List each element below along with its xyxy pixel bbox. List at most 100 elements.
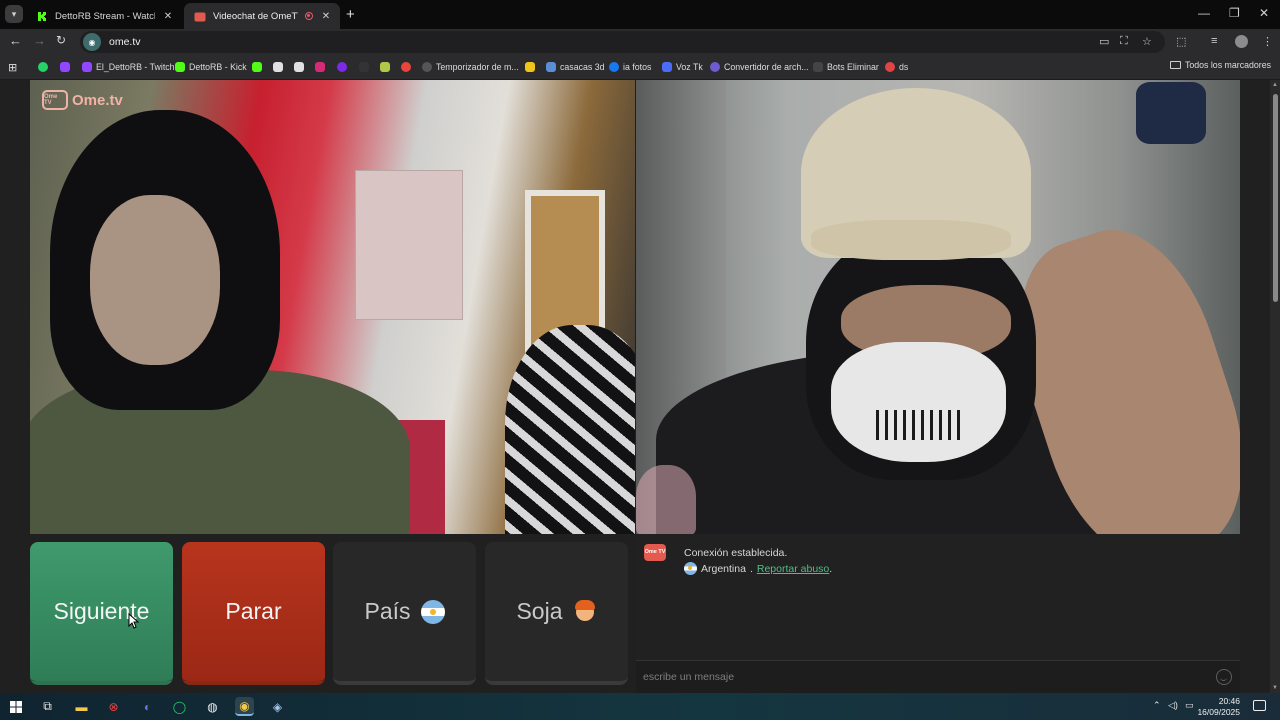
- bookmark-instagram[interactable]: [315, 60, 329, 74]
- bookmark-twitch[interactable]: [60, 60, 74, 74]
- page-scrollbar[interactable]: ▲ ▼: [1270, 80, 1280, 693]
- bookmark-ia-fotos[interactable]: ia fotos: [609, 60, 651, 74]
- video-scene-glass: [636, 465, 696, 534]
- bookmark-dots[interactable]: [401, 60, 415, 74]
- menu-kebab-icon[interactable]: ⋮: [1262, 35, 1273, 48]
- ometv-page: Ome TV Ome.tv Siguiente Parar País Soja …: [0, 80, 1280, 693]
- network-icon[interactable]: ▭: [1185, 700, 1194, 711]
- app-red-circle-icon[interactable]: ⊗: [104, 697, 123, 716]
- instagram-icon: [315, 62, 325, 72]
- profile-avatar[interactable]: [1235, 35, 1248, 48]
- bookmark-kick[interactable]: [252, 60, 266, 74]
- file-explorer-icon[interactable]: ▬: [72, 697, 91, 716]
- chrome-taskbar-icon[interactable]: ◉: [235, 697, 254, 716]
- bookmark-bots-eliminar[interactable]: Bots Eliminar: [813, 60, 879, 74]
- tab-strip: ▾ DettoRB Stream - Watch Live o ✕ Videoc…: [0, 0, 1280, 29]
- translate-icon[interactable]: ⛶: [1120, 35, 1128, 48]
- whatsapp-taskbar-icon[interactable]: ◯: [170, 697, 189, 716]
- bookmark-puzzle[interactable]: [380, 60, 394, 74]
- back-icon[interactable]: ←: [9, 33, 22, 48]
- extensions-icon[interactable]: ⬚: [1176, 35, 1186, 48]
- close-icon[interactable]: ✕: [162, 11, 174, 22]
- folder-yellow-icon: [525, 62, 535, 72]
- emoji-icon[interactable]: [1216, 669, 1232, 685]
- stop-button-label: Parar: [225, 598, 282, 624]
- report-suffix: .: [829, 562, 833, 575]
- all-bookmarks-button[interactable]: Todos los marcadores: [1169, 60, 1271, 70]
- fire-icon: [359, 62, 369, 72]
- voice-icon: [662, 62, 672, 72]
- convert-icon: [710, 62, 720, 72]
- tab-ometv[interactable]: Videochat de OmeTV: una ✕: [184, 3, 340, 29]
- notification-icon[interactable]: [1253, 700, 1266, 711]
- chat-country-line: Argentina . Reportar abuso.: [684, 562, 832, 575]
- obs-icon[interactable]: ◍: [203, 697, 222, 716]
- ometv-logo: Ome TV Ome.tv: [42, 90, 123, 110]
- apps-grid-icon[interactable]: ⊞: [8, 60, 17, 74]
- windows-start-icon[interactable]: [6, 697, 25, 716]
- bookmark-star-icon[interactable]: ☆: [1142, 35, 1152, 48]
- close-icon[interactable]: ✕: [320, 11, 332, 22]
- site-info-icon[interactable]: ◉: [83, 33, 101, 51]
- tab-dettorb-stream[interactable]: DettoRB Stream - Watch Live o ✕: [26, 3, 182, 29]
- steam-icon[interactable]: ◈: [268, 697, 287, 716]
- restore-icon[interactable]: ❐: [1229, 6, 1240, 20]
- bot-icon: [813, 62, 823, 72]
- bookmark-el-dettorb-twitch[interactable]: El_DettoRB - Twitch: [82, 60, 175, 74]
- address-bar[interactable]: ◉ ome.tv: [80, 31, 1165, 53]
- bookmark-folder[interactable]: [525, 60, 539, 74]
- video-scene-cap-brim: [811, 220, 1011, 260]
- canva-icon: [337, 62, 347, 72]
- gender-filter-button[interactable]: Soja: [485, 542, 628, 685]
- windows-taskbar: ⧉ ▬ ⊗ ◐ ◯ ◍ ◉ ◈ ⌃ ◁) ▭ 20:46 16/09/2025: [0, 693, 1280, 720]
- bookmark-convertidor[interactable]: Convertidor de arch...: [710, 60, 809, 74]
- media-control-icon[interactable]: ≡: [1211, 35, 1217, 47]
- bookmark-fire[interactable]: [359, 60, 373, 74]
- video-scene-bag: [1136, 82, 1206, 144]
- bookmark-temporizador[interactable]: Temporizador de m...: [422, 60, 519, 74]
- stop-button[interactable]: Parar: [182, 542, 325, 685]
- dots-icon: [401, 62, 411, 72]
- clock-time: 20:46: [1218, 696, 1240, 706]
- bookmark-ds[interactable]: ds: [885, 60, 908, 74]
- close-window-icon[interactable]: ✕: [1259, 6, 1269, 20]
- chat-panel: Ome TV Conexión establecida. Argentina .…: [636, 534, 1240, 693]
- scroll-up-icon[interactable]: ▲: [1272, 82, 1278, 88]
- scroll-down-icon[interactable]: ▼: [1272, 685, 1278, 691]
- video-scene-shelf: [355, 170, 463, 320]
- chat-status-message: Conexión establecida.: [684, 547, 787, 559]
- country-filter-button[interactable]: País: [333, 542, 476, 685]
- bookmark-whatsapp[interactable]: [38, 60, 52, 74]
- country-button-label: País: [364, 598, 411, 624]
- minimize-icon[interactable]: —: [1198, 6, 1210, 20]
- report-abuse-link[interactable]: Reportar abuso: [757, 563, 829, 575]
- chat-message-input[interactable]: [643, 667, 1203, 687]
- app-purple-icon[interactable]: ◐: [138, 697, 157, 716]
- task-view-icon[interactable]: ⧉: [38, 697, 57, 716]
- reload-icon[interactable]: ↻: [56, 33, 66, 47]
- timer-icon: [422, 62, 432, 72]
- forward-icon[interactable]: →: [33, 33, 46, 48]
- tray-chevron-icon[interactable]: ⌃: [1153, 700, 1161, 711]
- bookmark-tiktok[interactable]: [273, 60, 287, 74]
- bookmark-x[interactable]: [294, 60, 308, 74]
- kick-icon: [175, 62, 185, 72]
- next-button[interactable]: Siguiente: [30, 542, 173, 685]
- bookmark-casacas-3d[interactable]: casacas 3d: [546, 60, 605, 74]
- scrollbar-thumb[interactable]: [1273, 94, 1278, 302]
- taskbar-clock[interactable]: 20:46 16/09/2025: [1197, 696, 1240, 718]
- folder-icon: [1169, 61, 1181, 69]
- bookmark-canva[interactable]: [337, 60, 351, 74]
- tab-search-button[interactable]: ▾: [5, 5, 23, 23]
- tab-title: DettoRB Stream - Watch Live o: [55, 10, 155, 22]
- cast-icon[interactable]: ▭: [1099, 35, 1109, 48]
- puzzle-icon: [380, 62, 390, 72]
- bookmark-dettorb-kick[interactable]: DettoRB - Kick: [175, 60, 247, 74]
- bookmark-voz-tk[interactable]: Voz Tk: [662, 60, 703, 74]
- chat-input-bar: [636, 660, 1240, 693]
- volume-icon[interactable]: ◁): [1168, 700, 1178, 711]
- browser-toolbar: ← → ↻ ◉ ome.tv ▭ ⛶ ☆ ⬚ ≡ ⋮: [0, 29, 1280, 55]
- new-tab-button[interactable]: +: [346, 6, 355, 23]
- image-icon: [546, 62, 556, 72]
- argentina-flag-icon: [684, 562, 697, 575]
